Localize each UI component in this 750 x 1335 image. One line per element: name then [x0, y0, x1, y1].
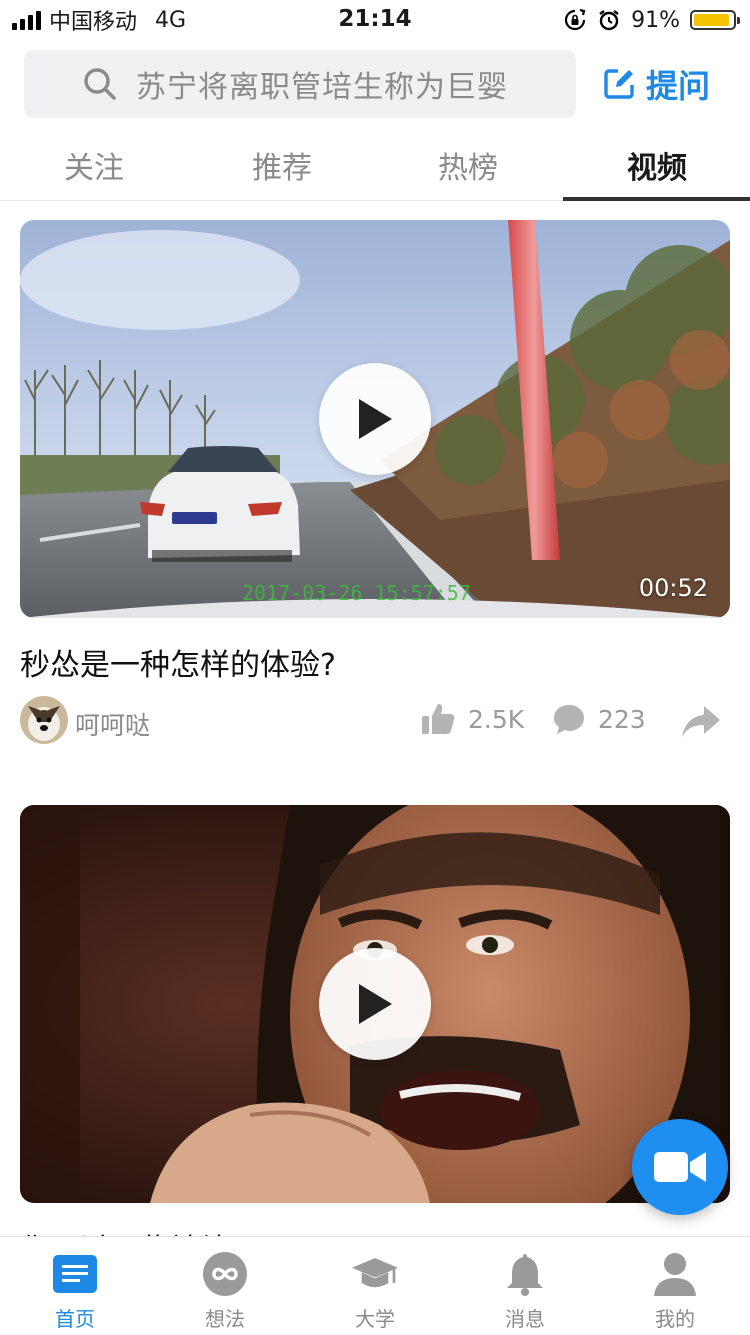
status-bar: 中国移动 4G 21:14 91%: [0, 0, 750, 40]
edit-icon: [604, 69, 634, 99]
nav-messages-label: 消息: [505, 1307, 545, 1331]
search-placeholder: 苏宁将离职管培生称为巨婴: [136, 70, 508, 105]
nav-profile[interactable]: 我的: [600, 1237, 750, 1335]
tab-hot-list[interactable]: 热榜: [374, 130, 562, 200]
graduation-cap-icon: [352, 1251, 398, 1297]
active-tab-indicator: [563, 197, 750, 201]
nav-university[interactable]: 大学: [300, 1237, 450, 1335]
dashcam-timestamp: 2017-03-26 15:57:57: [242, 581, 471, 605]
feed-tabs: 关注 推荐 热榜 视频: [0, 130, 750, 201]
bottom-navigation: 首页 想法 大学 消息 我的: [0, 1236, 750, 1335]
tab-follow[interactable]: 关注: [0, 130, 188, 200]
play-icon: [359, 984, 392, 1024]
status-right: 91%: [563, 6, 740, 34]
video-title[interactable]: 秒怂是一种怎样的体验?: [20, 640, 336, 684]
nav-ideas-label: 想法: [205, 1307, 245, 1331]
bell-icon: [502, 1251, 548, 1297]
tab-hot-list-label: 热榜: [438, 151, 498, 186]
home-list-icon: [52, 1251, 98, 1297]
husky-avatar-image: [20, 696, 68, 744]
thumbs-up-icon: [422, 704, 455, 734]
nav-home[interactable]: 首页: [0, 1237, 150, 1335]
ask-question-label: 提问: [646, 67, 711, 105]
nav-university-label: 大学: [355, 1307, 395, 1331]
play-button[interactable]: [319, 948, 431, 1060]
search-row: 苏宁将离职管培生称为巨婴 提问: [24, 50, 726, 118]
video-meta: 呵呵哒 2.5K 223: [20, 696, 730, 746]
ask-question-button[interactable]: 提问: [602, 50, 710, 118]
play-icon: [359, 399, 392, 439]
record-video-button[interactable]: [632, 1119, 728, 1215]
play-button[interactable]: [319, 363, 431, 475]
author-name[interactable]: 呵呵哒: [75, 706, 150, 742]
search-icon: [84, 68, 116, 100]
rotation-lock-icon: [565, 8, 586, 31]
nav-messages[interactable]: 消息: [450, 1237, 600, 1335]
video-card: 你见过哪些神补刀?: [20, 805, 730, 1236]
video-thumbnail[interactable]: 2017-03-26 15:57:57 00:52: [20, 220, 730, 618]
video-title[interactable]: 你见过哪些神补刀?: [20, 1225, 276, 1236]
search-input[interactable]: 苏宁将离职管培生称为巨婴: [24, 50, 576, 118]
nav-home-label: 首页: [55, 1307, 95, 1331]
video-thumbnail[interactable]: [20, 805, 730, 1203]
video-card: 2017-03-26 15:57:57 00:52 秒怂是一种怎样的体验? 呵呵…: [20, 220, 730, 760]
battery-level: [694, 14, 729, 26]
alarm-icon: [599, 10, 619, 31]
video-camera-icon: [654, 1152, 706, 1182]
share-icon[interactable]: [680, 704, 722, 740]
like-count: 2.5K: [468, 704, 525, 734]
tab-video-label: 视频: [627, 151, 687, 186]
like-button[interactable]: 2.5K: [420, 702, 524, 736]
user-icon: [652, 1251, 698, 1297]
battery-icon: [690, 10, 740, 30]
nav-profile-label: 我的: [655, 1307, 695, 1331]
tab-recommend[interactable]: 推荐: [188, 130, 376, 200]
nav-ideas[interactable]: 想法: [150, 1237, 300, 1335]
battery-percent: 91%: [631, 7, 680, 33]
tab-video[interactable]: 视频: [563, 130, 750, 200]
video-duration: 00:52: [638, 574, 708, 602]
tab-follow-label: 关注: [64, 151, 124, 186]
comment-button[interactable]: 223: [552, 702, 646, 736]
infinity-icon: [202, 1251, 248, 1297]
comment-count: 223: [598, 704, 646, 734]
comment-icon: [554, 705, 584, 734]
tab-recommend-label: 推荐: [252, 151, 312, 186]
avatar[interactable]: [20, 696, 68, 744]
